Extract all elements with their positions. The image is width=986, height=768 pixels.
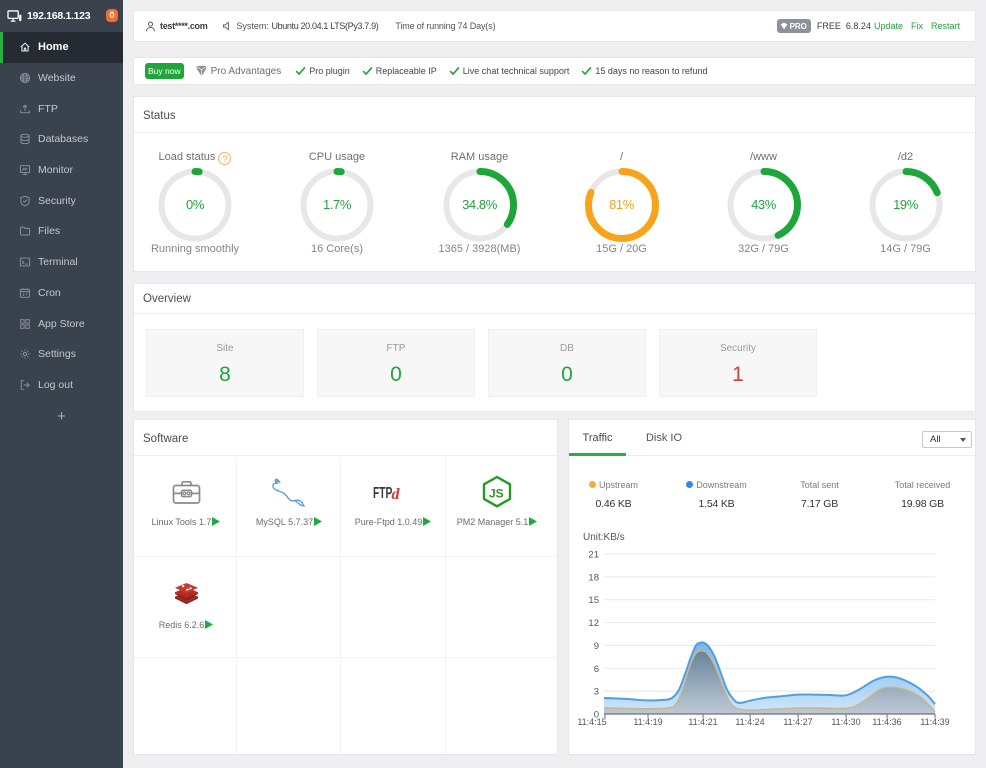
svg-text:11:4:21: 11:4:21 [688, 717, 717, 727]
svg-text:11:4:24: 11:4:24 [735, 717, 764, 727]
svg-text:3: 3 [594, 687, 599, 698]
svg-text:15: 15 [588, 595, 599, 606]
svg-text:11:4:19: 11:4:19 [633, 717, 662, 727]
svg-text:11:4:36: 11:4:36 [872, 717, 901, 727]
svg-text:JS: JS [489, 487, 504, 501]
svg-text:11:4:15: 11:4:15 [577, 717, 606, 727]
svg-text:9: 9 [594, 641, 599, 652]
svg-text:11:4:39: 11:4:39 [920, 717, 949, 727]
svg-text:6: 6 [594, 664, 599, 675]
svg-text:11:4:27: 11:4:27 [783, 717, 812, 727]
svg-text:d: d [392, 486, 401, 503]
svg-text:FTP: FTP [373, 484, 393, 502]
svg-text:21: 21 [588, 550, 599, 561]
svg-text:12: 12 [588, 618, 599, 629]
svg-text:18: 18 [588, 572, 599, 583]
svg-text:11:4:30: 11:4:30 [831, 717, 860, 727]
